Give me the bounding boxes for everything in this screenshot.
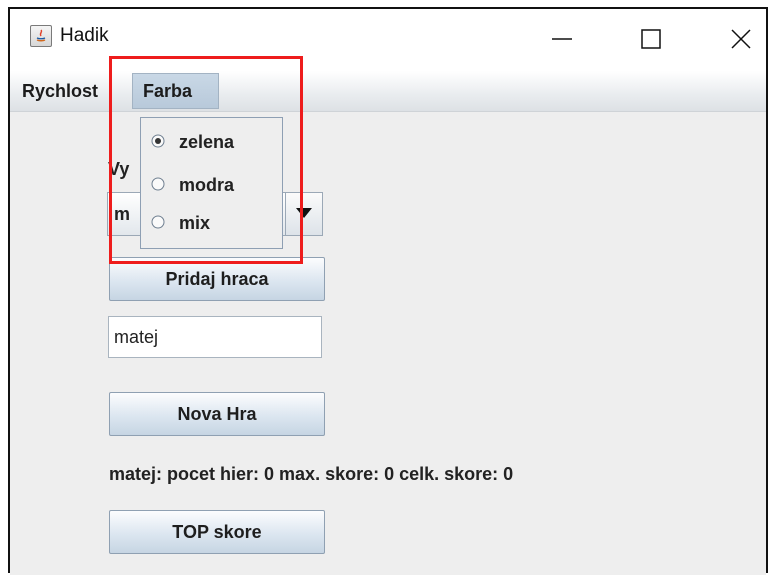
- player-stats-text: matej: pocet hier: 0 max. skore: 0 celk.…: [109, 464, 514, 484]
- chevron-down-icon: [296, 208, 312, 218]
- add-player-button[interactable]: Pridaj hraca: [109, 257, 325, 301]
- menu-option-label: modra: [179, 175, 235, 195]
- menu-option-mix[interactable]: mix: [141, 203, 282, 243]
- close-button[interactable]: [718, 19, 762, 59]
- app-window: Hadik Rychlost Farba Vy m Pridaj hraca m…: [8, 7, 768, 575]
- select-label: Vy: [108, 159, 130, 179]
- combobox-value: m: [114, 204, 131, 224]
- top-score-button[interactable]: TOP skore: [109, 510, 325, 554]
- menu-option-label: mix: [179, 213, 211, 233]
- maximize-button[interactable]: [628, 19, 672, 59]
- menu-option-label: zelena: [179, 132, 235, 152]
- minimize-button[interactable]: [540, 19, 584, 59]
- close-icon: [731, 29, 751, 49]
- radio-selected-icon: [151, 134, 165, 148]
- menu-bar: Rychlost Farba: [10, 71, 766, 112]
- radio-unselected-icon: [151, 177, 165, 191]
- window-title: Hadik: [60, 25, 109, 46]
- title-bar: Hadik: [10, 9, 766, 71]
- new-game-button[interactable]: Nova Hra: [109, 392, 325, 436]
- menu-option-zelena[interactable]: zelena: [141, 122, 282, 162]
- farba-dropdown-menu: zelena modra mix: [140, 117, 283, 249]
- minimize-icon: [552, 38, 572, 40]
- maximize-icon: [641, 29, 661, 49]
- combobox-arrow-button[interactable]: [285, 193, 322, 235]
- menu-option-modra[interactable]: modra: [141, 165, 282, 205]
- menu-farba[interactable]: Farba: [132, 73, 219, 109]
- java-icon: [30, 25, 52, 47]
- main-panel: Vy m Pridaj hraca matej Nova Hra matej: …: [10, 112, 766, 575]
- menu-rychlost[interactable]: Rychlost: [22, 71, 134, 111]
- radio-unselected-icon: [151, 215, 165, 229]
- player-name-input[interactable]: matej: [108, 316, 322, 358]
